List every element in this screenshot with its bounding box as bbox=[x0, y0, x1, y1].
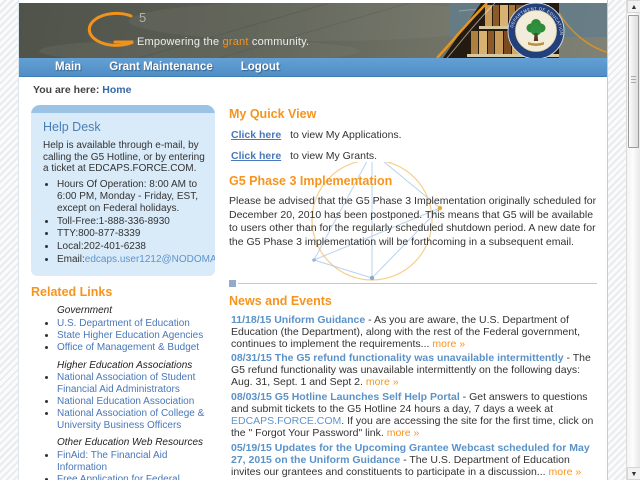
quick-view-title: My Quick View bbox=[229, 107, 597, 121]
content-column: 5 Empowering the grant community. DEPART… bbox=[18, 0, 608, 480]
list-item: U.S. Department of Education bbox=[57, 318, 215, 330]
phase3-title: G5 Phase 3 Implementation bbox=[229, 174, 597, 188]
related-links-group-associations: Higher Education Associations National A… bbox=[45, 360, 215, 432]
breadcrumb: You are here: Home bbox=[33, 84, 597, 96]
section-divider bbox=[229, 280, 597, 287]
list-item: Office of Management & Budget bbox=[57, 342, 215, 354]
phase3-body: Please be advised that the G5 Phase 3 Im… bbox=[229, 195, 597, 250]
list-item: State Higher Education Agencies bbox=[57, 330, 215, 342]
g5-home-page: 5 Empowering the grant community. DEPART… bbox=[0, 0, 640, 480]
main-nav: Main Grant Maintenance Logout bbox=[19, 58, 607, 77]
nav-item-grant-maintenance[interactable]: Grant Maintenance bbox=[95, 61, 227, 73]
quick-view-text: to view My Grants. bbox=[287, 150, 377, 162]
tagline: Empowering the grant community. bbox=[137, 36, 309, 48]
quick-view-row: Click here to view My Applications. bbox=[231, 129, 597, 141]
help-desk-title: Help Desk bbox=[43, 120, 205, 135]
news-item: 08/03/15 G5 Hotline Launches Self Help P… bbox=[231, 392, 597, 440]
breadcrumb-home-link[interactable]: Home bbox=[102, 84, 131, 96]
help-desk-panel: Help Desk Help is available through e-ma… bbox=[31, 105, 215, 276]
news-item-title-link[interactable]: 08/03/15 G5 Hotline Launches Self Help P… bbox=[231, 391, 460, 403]
department-of-education-seal: DEPARTMENT OF EDUCATION UNITED STATES OF… bbox=[507, 3, 565, 58]
help-desk-intro: Help is available through e-mail, by cal… bbox=[43, 140, 205, 175]
vertical-scrollbar[interactable]: ▲ ▼ bbox=[626, 0, 640, 480]
news-more-link[interactable]: more » bbox=[432, 338, 465, 350]
list-item: Toll-Free:1-888-336-8930 bbox=[57, 216, 205, 228]
view-grants-link[interactable]: Click here bbox=[231, 150, 281, 162]
related-link[interactable]: FinAid: The Financial Aid Information bbox=[57, 450, 167, 473]
related-links-title: Related Links bbox=[31, 285, 215, 300]
list-item: TTY:800-877-8339 bbox=[57, 228, 205, 240]
view-applications-link[interactable]: Click here bbox=[231, 129, 281, 141]
nav-item-main[interactable]: Main bbox=[41, 61, 95, 73]
help-desk-email-link[interactable]: edcaps.user1212@NODOMAIN bbox=[85, 254, 215, 265]
tagline-post: community. bbox=[249, 36, 310, 48]
group-heading: Higher Education Associations bbox=[57, 360, 215, 372]
related-link[interactable]: National Education Association bbox=[57, 396, 194, 407]
help-desk-list: Hours Of Operation: 8:00 AM to 6:00 PM, … bbox=[57, 179, 205, 266]
list-item: National Education Association bbox=[57, 396, 215, 408]
right-content: My Quick View Click here to view My Appl… bbox=[229, 105, 597, 480]
related-links-group-government: Government U.S. Department of Education … bbox=[45, 305, 215, 353]
related-link[interactable]: Free Application for Federal Student Aid bbox=[57, 474, 180, 480]
svg-text:5: 5 bbox=[139, 10, 146, 25]
scroll-down-button[interactable]: ▼ bbox=[627, 467, 640, 480]
tagline-accent: grant bbox=[223, 36, 249, 48]
news-item-title-link[interactable]: 08/31/15 The G5 refund functionality was… bbox=[231, 352, 564, 364]
news-item: 11/18/15 Uniform Guidance - As you are a… bbox=[231, 315, 597, 351]
news-item-title-link[interactable]: 11/18/15 Uniform Guidance bbox=[231, 314, 365, 326]
related-link[interactable]: U.S. Department of Education bbox=[57, 318, 190, 329]
news-item: 05/19/15 Updates for the Upcoming Grante… bbox=[231, 443, 597, 479]
quick-view-row: Click here to view My Grants. bbox=[231, 150, 597, 162]
related-links-group-other-resources: Other Education Web Resources FinAid: Th… bbox=[45, 437, 215, 480]
news-item: 08/31/15 The G5 refund functionality was… bbox=[231, 353, 597, 389]
list-item: Local:202-401-6238 bbox=[57, 241, 205, 253]
quick-view-text: to view My Applications. bbox=[287, 129, 401, 141]
group-heading: Government bbox=[57, 305, 215, 317]
scrollbar-thumb[interactable] bbox=[628, 15, 639, 148]
related-link[interactable]: State Higher Education Agencies bbox=[57, 330, 203, 341]
group-heading: Other Education Web Resources bbox=[57, 437, 215, 449]
nav-item-logout[interactable]: Logout bbox=[227, 61, 294, 73]
list-item: National Association of Student Financia… bbox=[57, 372, 215, 396]
list-item: Email:edcaps.user1212@NODOMAIN bbox=[57, 254, 205, 266]
news-more-link[interactable]: more » bbox=[366, 376, 399, 388]
phase3-section: G5 Phase 3 Implementation Please be advi… bbox=[229, 174, 597, 250]
tagline-pre: Empowering the bbox=[137, 36, 223, 48]
related-link[interactable]: National Association of College & Univer… bbox=[57, 408, 204, 431]
divider-square bbox=[229, 280, 236, 287]
breadcrumb-prefix: You are here: bbox=[33, 84, 99, 96]
news-events-title: News and Events bbox=[229, 294, 597, 308]
scroll-up-button[interactable]: ▲ bbox=[627, 0, 640, 13]
news-more-link[interactable]: more » bbox=[549, 466, 582, 478]
related-link[interactable]: National Association of Student Financia… bbox=[57, 372, 195, 395]
help-desk-panel-band bbox=[31, 105, 215, 113]
list-item: Free Application for Federal Student Aid bbox=[57, 474, 215, 480]
list-item: FinAid: The Financial Aid Information bbox=[57, 450, 215, 474]
header-banner: 5 Empowering the grant community. DEPART… bbox=[19, 3, 607, 58]
news-more-link[interactable]: more » bbox=[387, 427, 420, 439]
list-item: Hours Of Operation: 8:00 AM to 6:00 PM, … bbox=[57, 179, 205, 214]
main-content: You are here: Home Help Desk Help is ava… bbox=[19, 77, 607, 480]
left-sidebar: Help Desk Help is available through e-ma… bbox=[31, 105, 215, 480]
list-item: National Association of College & Univer… bbox=[57, 408, 215, 432]
divider-line bbox=[238, 283, 597, 284]
related-link[interactable]: Office of Management & Budget bbox=[57, 342, 199, 353]
news-inline-link[interactable]: EDCAPS.FORCE.COM bbox=[231, 415, 341, 427]
